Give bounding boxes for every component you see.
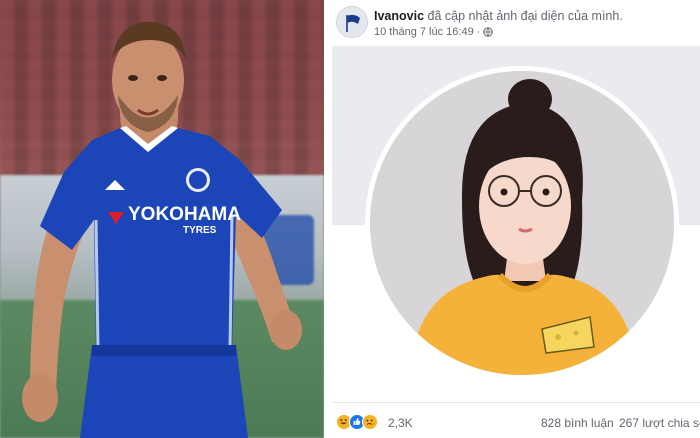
reaction-icons[interactable]	[336, 414, 384, 430]
reactions-bar: 2,3K 828 bình luận 267 lượt chia sẻ	[332, 403, 700, 438]
post-meta: 10 tháng 7 lúc 16:49 ·	[374, 26, 494, 38]
author-line: Ivanovic đã cập nhật ảnh đại diện của mì…	[374, 9, 623, 23]
facebook-post: Ivanovic đã cập nhật ảnh đại diện của mì…	[332, 0, 700, 438]
post-action-text: đã cập nhật ảnh đại diện của mình.	[427, 9, 623, 23]
sponsor-text: YOKOHAMA	[128, 204, 241, 225]
comments-count[interactable]: 828 bình luận	[541, 416, 614, 430]
sponsor-text-layer: YOKOHAMA TYRES	[128, 204, 241, 236]
author-avatar[interactable]	[336, 6, 368, 38]
meta-separator: ·	[476, 26, 481, 38]
globe-icon[interactable]	[483, 27, 494, 37]
post-timestamp[interactable]: 10 tháng 7 lúc 16:49	[374, 26, 474, 38]
sponsor-subtext: TYRES	[183, 225, 217, 236]
flag-icon	[346, 14, 360, 32]
post-header: Ivanovic đã cập nhật ảnh đại diện của mì…	[332, 0, 700, 46]
profile-portrait	[370, 71, 674, 375]
image-divider	[324, 0, 332, 438]
reaction-count[interactable]: 2,3K	[388, 416, 413, 430]
profile-picture[interactable]	[370, 71, 674, 375]
author-name[interactable]: Ivanovic	[374, 9, 424, 23]
sad-icon	[362, 414, 378, 430]
player-photo: YOKOHAMA TYRES	[0, 0, 324, 438]
shares-count[interactable]: 267 lượt chia sẻ	[619, 416, 700, 430]
